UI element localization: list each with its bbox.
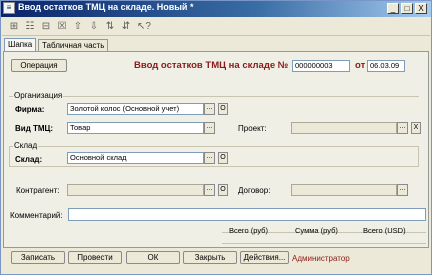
post-button[interactable]: Провести bbox=[68, 251, 122, 264]
edit-icon[interactable]: ☷ bbox=[24, 20, 36, 33]
window-title: Ввод остатков ТМЦ на складе. Новый * bbox=[18, 2, 194, 12]
warehouse-field[interactable]: Основной склад bbox=[67, 152, 204, 164]
warehouse-select-button[interactable]: ... bbox=[204, 152, 215, 164]
warehouse-group-title: Склад bbox=[13, 141, 39, 150]
comment-field[interactable] bbox=[68, 208, 426, 221]
warehouse-open-button[interactable]: O bbox=[218, 152, 228, 164]
project-clear-button[interactable]: X bbox=[411, 122, 421, 134]
warehouse-label: Склад: bbox=[15, 155, 43, 164]
totals-bottom-line bbox=[222, 243, 426, 244]
current-user-label: Администратор bbox=[292, 254, 350, 263]
project-label: Проект: bbox=[238, 124, 267, 133]
organization-group bbox=[9, 96, 419, 97]
sum-rub-label: Сумма (руб) bbox=[295, 226, 338, 235]
contract-select-button[interactable]: ... bbox=[397, 184, 408, 196]
total-usd-label: Всего (USD) bbox=[363, 226, 406, 235]
date-label: от bbox=[355, 60, 366, 71]
ok-button[interactable]: ОК bbox=[126, 251, 180, 264]
move-down-icon[interactable]: ⇩ bbox=[88, 20, 100, 33]
actions-button[interactable]: Действия... bbox=[240, 251, 289, 264]
document-heading: Ввод остатков ТМЦ на складе № bbox=[134, 60, 289, 71]
goods-type-select-button[interactable]: ... bbox=[204, 122, 215, 134]
firm-field[interactable]: Золотой колос (Основной учет) bbox=[67, 103, 204, 115]
project-select-button[interactable]: ... bbox=[397, 122, 408, 134]
firm-open-button[interactable]: O bbox=[218, 103, 228, 115]
contractor-open-button[interactable]: O bbox=[218, 184, 228, 196]
organization-group-title: Организация bbox=[13, 91, 64, 100]
goods-type-label: Вид ТМЦ: bbox=[15, 124, 54, 133]
sort-asc-icon[interactable]: ⇅ bbox=[104, 20, 116, 33]
sort-desc-icon[interactable]: ⇵ bbox=[120, 20, 132, 33]
record-button[interactable]: Записать bbox=[11, 251, 65, 264]
close-button[interactable]: Закрыть bbox=[183, 251, 237, 264]
delete-icon[interactable]: ☒ bbox=[56, 20, 68, 33]
close-window-button[interactable]: X bbox=[415, 3, 427, 14]
document-number-field[interactable]: 000000003 bbox=[292, 60, 350, 72]
document-date-field[interactable]: 06.03.09 bbox=[367, 60, 405, 72]
document-icon: ≡ bbox=[3, 2, 15, 14]
firm-label: Фирма: bbox=[15, 105, 45, 114]
project-field[interactable] bbox=[291, 122, 397, 134]
contract-label: Договор: bbox=[238, 186, 271, 195]
minimize-button[interactable]: _ bbox=[387, 3, 399, 14]
contract-field[interactable] bbox=[291, 184, 397, 196]
maximize-button[interactable]: □ bbox=[401, 3, 413, 14]
contractor-label: Контрагент: bbox=[16, 186, 60, 195]
contractor-field[interactable] bbox=[67, 184, 204, 196]
contractor-select-button[interactable]: ... bbox=[204, 184, 215, 196]
add-row-icon[interactable]: ⊞ bbox=[8, 20, 20, 33]
goods-type-field[interactable]: Товар bbox=[67, 122, 204, 134]
comment-label: Комментарий: bbox=[10, 211, 63, 220]
total-rub-label: Всего (руб) bbox=[229, 226, 268, 235]
tab-header[interactable]: Шапка bbox=[4, 38, 37, 51]
help-pointer-icon[interactable]: ↖? bbox=[136, 20, 152, 33]
copy-doc-icon[interactable]: ⊟ bbox=[40, 20, 52, 33]
move-up-icon[interactable]: ⇧ bbox=[72, 20, 84, 33]
operation-button[interactable]: Операция bbox=[11, 59, 67, 72]
firm-select-button[interactable]: ... bbox=[204, 103, 215, 115]
